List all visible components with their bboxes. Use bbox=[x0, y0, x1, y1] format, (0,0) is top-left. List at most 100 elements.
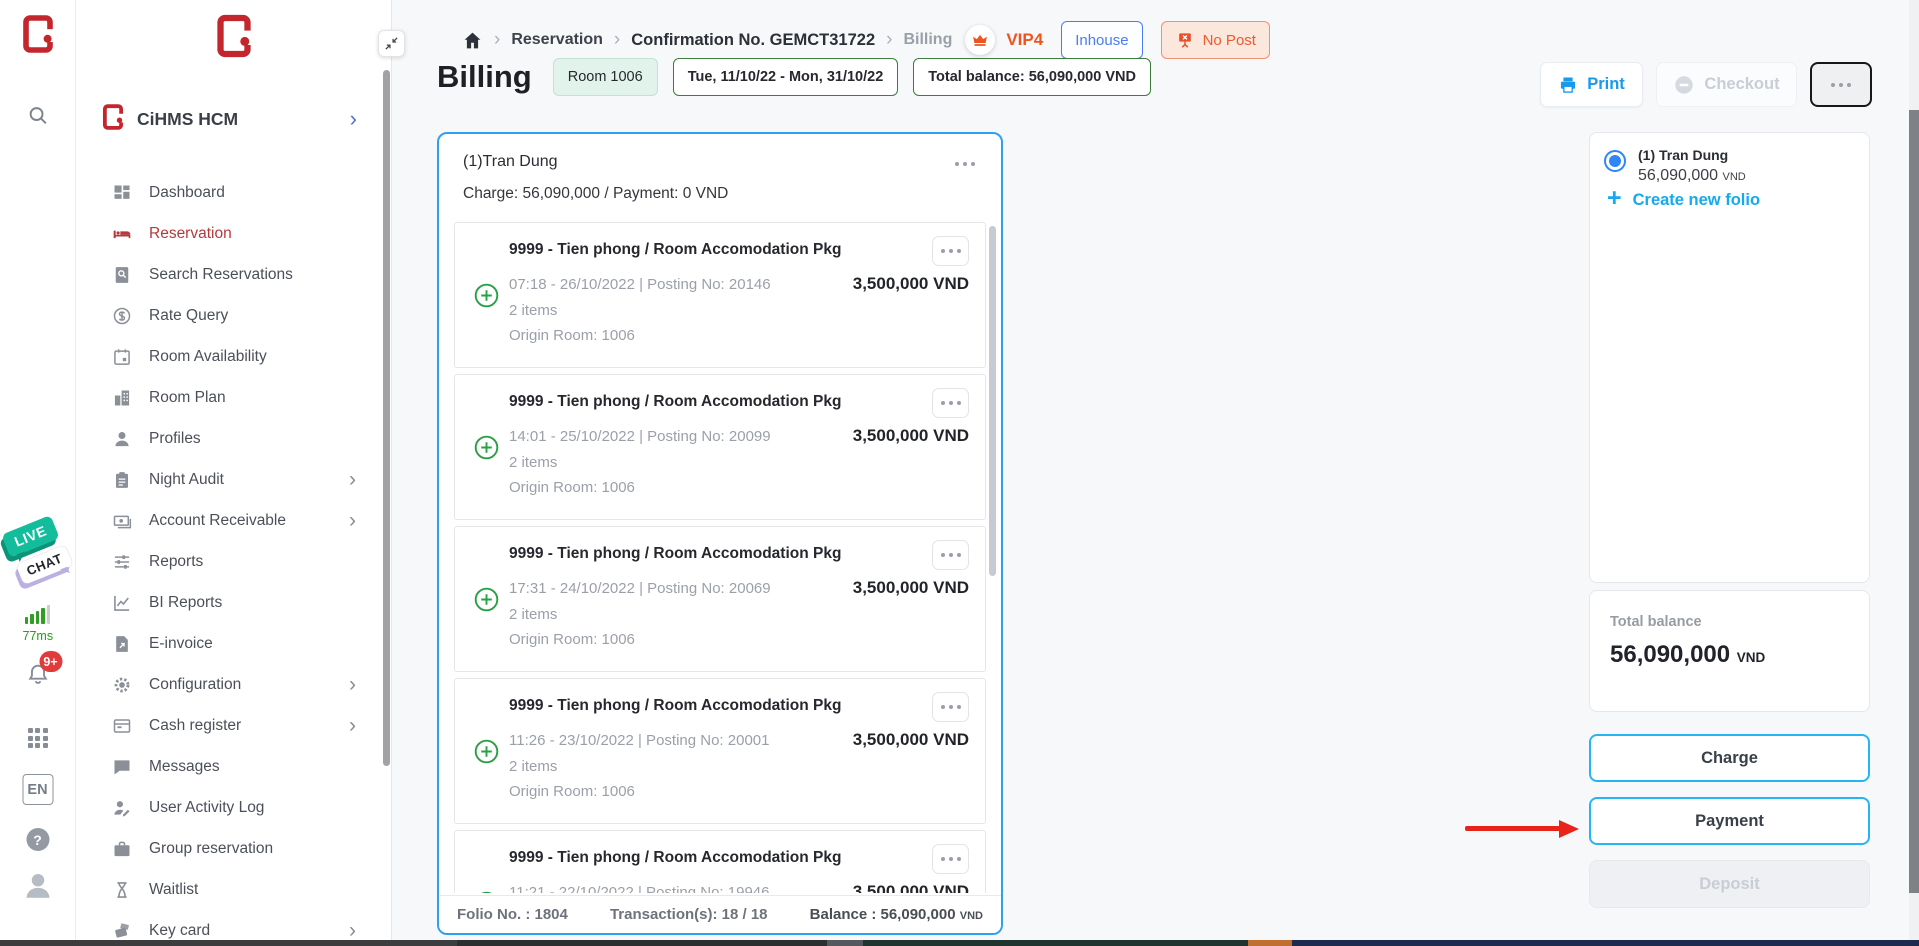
expand-plus-icon[interactable] bbox=[463, 236, 509, 354]
transaction-origin-room: Origin Room: 1006 bbox=[509, 631, 969, 648]
folio-menu-button[interactable] bbox=[949, 150, 981, 173]
more-actions-button[interactable] bbox=[1810, 62, 1872, 107]
total-balance-label: Total balance bbox=[1610, 614, 1849, 630]
sidebar-item-night-audit[interactable]: Night Audit › bbox=[76, 459, 382, 500]
transaction-row: 9999 - Tien phong / Room Accomodation Pk… bbox=[454, 222, 986, 368]
print-button[interactable]: Print bbox=[1540, 62, 1643, 107]
no-post-label: No Post bbox=[1203, 32, 1256, 49]
sidebar-item-account-receivable[interactable]: Account Receivable › bbox=[76, 500, 382, 541]
no-post-icon bbox=[1175, 30, 1195, 50]
transaction-amount: 3,500,000 VND bbox=[853, 882, 969, 893]
breadcrumb: › Reservation › Confirmation No. GEMCT31… bbox=[462, 18, 1270, 62]
sidebar-item-profiles[interactable]: Profiles bbox=[76, 418, 382, 459]
notifications-bell-icon[interactable]: 9+ bbox=[25, 662, 50, 692]
transaction-amount: 3,500,000 VND bbox=[853, 426, 969, 446]
transaction-row: 9999 - Tien phong / Room Accomodation Pk… bbox=[454, 374, 986, 520]
chevron-right-icon: › bbox=[349, 715, 356, 736]
transaction-menu-button[interactable] bbox=[932, 236, 969, 266]
ellipsis-icon bbox=[953, 162, 977, 166]
user-avatar[interactable] bbox=[21, 868, 55, 907]
sidebar-item-reports[interactable]: Reports bbox=[76, 541, 382, 582]
page-scrollbar-thumb[interactable] bbox=[1909, 110, 1919, 893]
sidebar-item-messages[interactable]: Messages bbox=[76, 746, 382, 787]
create-new-folio-button[interactable]: + Create new folio bbox=[1607, 189, 1760, 211]
folio-selector-card: (1) Tran Dung 56,090,000 VND + Create ne… bbox=[1589, 132, 1870, 583]
transactions-count: Transaction(s): 18 / 18 bbox=[610, 906, 768, 923]
currency-label: VND bbox=[1723, 171, 1746, 183]
apps-grid-icon[interactable] bbox=[28, 728, 48, 748]
calendar-icon bbox=[112, 347, 132, 367]
help-icon[interactable]: ? bbox=[26, 828, 49, 851]
sidebar-item-rate-query[interactable]: Rate Query bbox=[76, 295, 382, 336]
payment-button[interactable]: Payment bbox=[1589, 797, 1870, 845]
expand-plus-icon[interactable] bbox=[463, 540, 509, 658]
radio-selected-icon[interactable] bbox=[1604, 150, 1626, 172]
user-edit-icon bbox=[112, 798, 132, 818]
folio-option[interactable]: (1) Tran Dung 56,090,000 VND bbox=[1604, 147, 1746, 185]
checkout-label: Checkout bbox=[1704, 75, 1779, 94]
brand-logo-icon bbox=[22, 14, 54, 59]
vip-level-label: VIP4 bbox=[1006, 30, 1043, 50]
transaction-menu-button[interactable] bbox=[932, 692, 969, 722]
sidebar-item-waitlist[interactable]: Waitlist bbox=[76, 869, 382, 910]
charge-button[interactable]: Charge bbox=[1589, 734, 1870, 782]
clipboard-icon bbox=[112, 470, 132, 490]
search-icon[interactable] bbox=[26, 104, 49, 130]
sidebar-item-bi-reports[interactable]: BI Reports bbox=[76, 582, 382, 623]
network-latency-indicator: 77ms bbox=[23, 604, 53, 643]
transaction-meta: 11:21 - 22/10/2022 | Posting No: 19946 bbox=[509, 884, 769, 893]
ellipsis-icon bbox=[939, 705, 963, 709]
sidebar-item-room-availability[interactable]: Room Availability bbox=[76, 336, 382, 377]
expand-plus-icon[interactable] bbox=[463, 692, 509, 810]
main-content: › Reservation › Confirmation No. GEMCT31… bbox=[392, 0, 1919, 946]
transaction-items-count: 2 items bbox=[509, 302, 969, 319]
chevron-right-icon: › bbox=[349, 469, 356, 490]
sidebar-scrollbar[interactable] bbox=[383, 70, 390, 766]
deposit-button[interactable]: Deposit bbox=[1589, 860, 1870, 908]
charge-payment-summary: Charge: 56,090,000 / Payment: 0 VND bbox=[463, 185, 981, 203]
page-scrollbar[interactable] bbox=[1909, 0, 1919, 940]
sidebar-item-group-reservation[interactable]: Group reservation bbox=[76, 828, 382, 869]
expand-plus-icon[interactable] bbox=[463, 388, 509, 506]
transaction-items-count: 2 items bbox=[509, 758, 969, 775]
sidebar-item-search-reservations[interactable]: Search Reservations bbox=[76, 254, 382, 295]
breadcrumb-reservation[interactable]: Reservation bbox=[511, 31, 603, 49]
currency-label: VND bbox=[960, 910, 983, 922]
checkout-button[interactable]: Checkout bbox=[1656, 62, 1797, 107]
ping-value: 77ms bbox=[23, 629, 53, 643]
expand-plus-icon[interactable] bbox=[463, 844, 509, 893]
header-actions: Print Checkout bbox=[1540, 62, 1872, 107]
line-chart-icon bbox=[112, 593, 132, 613]
breadcrumb-confirmation[interactable]: Confirmation No. GEMCT31722 bbox=[631, 31, 875, 50]
ellipsis-icon bbox=[939, 249, 963, 253]
sidebar-item-reservation[interactable]: Reservation bbox=[76, 213, 382, 254]
page-title: Billing bbox=[437, 59, 532, 95]
sidebar-item-configuration[interactable]: Configuration › bbox=[76, 664, 382, 705]
transaction-menu-button[interactable] bbox=[932, 844, 969, 874]
sidebar-item-dashboard[interactable]: Dashboard bbox=[76, 172, 382, 213]
language-switcher[interactable]: EN bbox=[22, 774, 53, 805]
building-icon bbox=[112, 388, 132, 408]
live-chat-widget[interactable]: LIVE CHAT bbox=[0, 516, 76, 600]
transaction-row: 9999 - Tien phong / Room Accomodation Pk… bbox=[454, 830, 986, 893]
briefcase-icon bbox=[112, 839, 132, 859]
transaction-title: 9999 - Tien phong / Room Accomodation Pk… bbox=[509, 844, 841, 867]
property-switcher[interactable]: CiHMS HCM › bbox=[76, 98, 381, 140]
home-icon[interactable] bbox=[462, 30, 483, 51]
sidebar-collapse-button[interactable] bbox=[378, 30, 405, 57]
list-scrollbar[interactable] bbox=[989, 226, 996, 576]
transaction-menu-button[interactable] bbox=[932, 540, 969, 570]
icon-rail: LIVE CHAT 77ms 9+ EN ? bbox=[0, 0, 76, 946]
sliders-icon bbox=[112, 552, 132, 572]
create-new-folio-label: Create new folio bbox=[1633, 191, 1760, 210]
signal-bars-icon bbox=[23, 604, 53, 624]
transaction-title: 9999 - Tien phong / Room Accomodation Pk… bbox=[509, 388, 841, 411]
sidebar-item-cash-register[interactable]: Cash register › bbox=[76, 705, 382, 746]
ellipsis-icon bbox=[939, 401, 963, 405]
page-header: Billing Room 1006 Tue, 11/10/22 - Mon, 3… bbox=[437, 58, 1151, 96]
sidebar-item-e-invoice[interactable]: E-invoice bbox=[76, 623, 382, 664]
transaction-menu-button[interactable] bbox=[932, 388, 969, 418]
sidebar-item-room-plan[interactable]: Room Plan bbox=[76, 377, 382, 418]
sidebar-item-user-activity-log[interactable]: User Activity Log bbox=[76, 787, 382, 828]
transaction-origin-room: Origin Room: 1006 bbox=[509, 783, 969, 800]
